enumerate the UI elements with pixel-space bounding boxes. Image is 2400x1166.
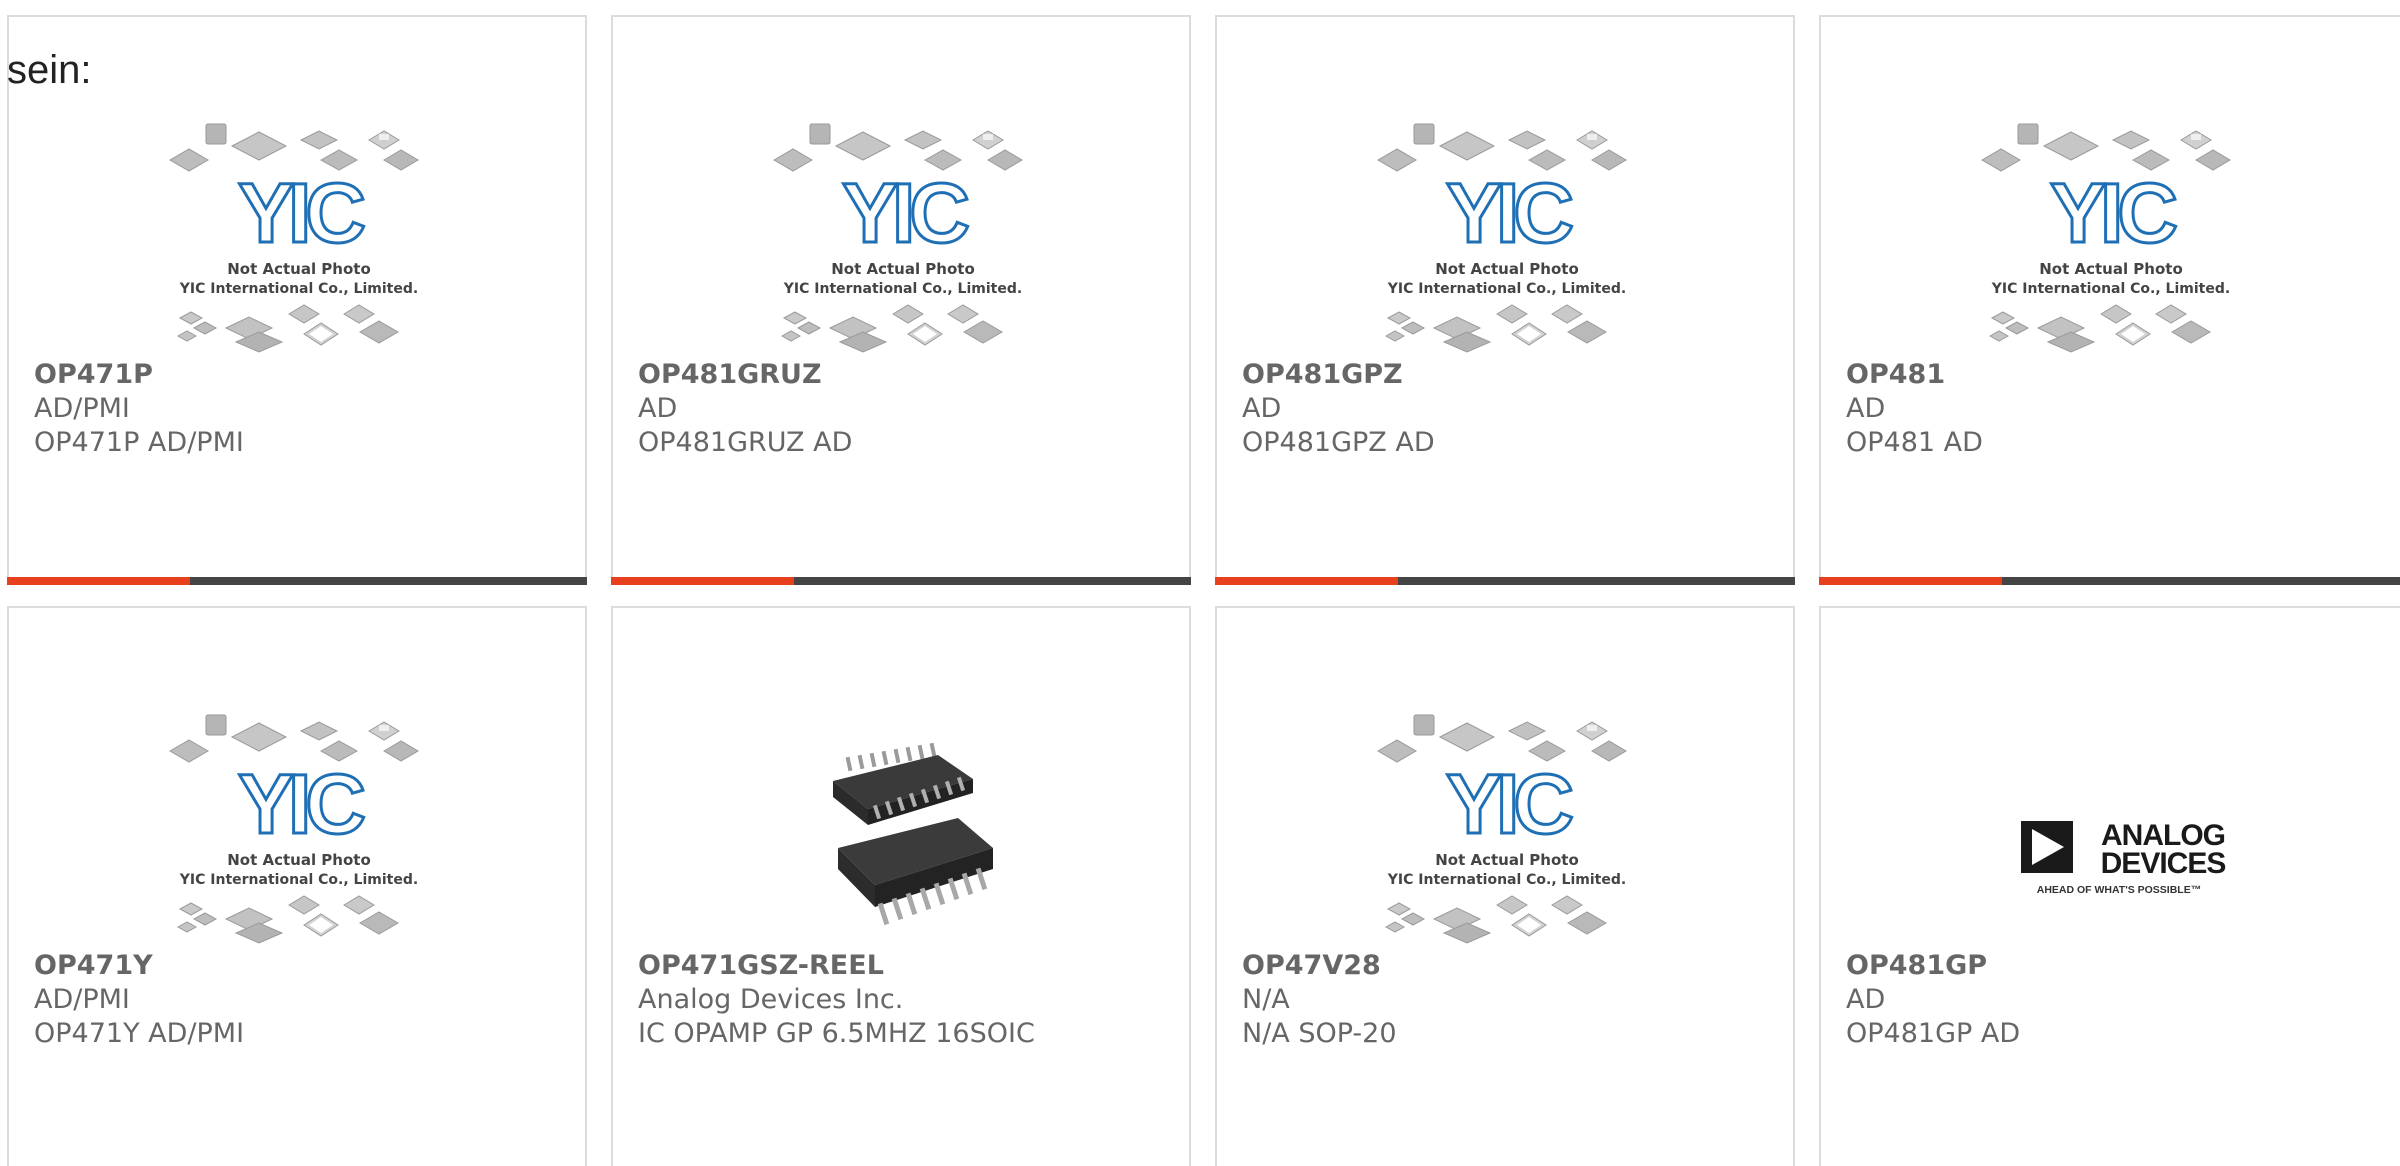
intro-text: sein: bbox=[7, 48, 92, 92]
caption-line1: Not Actual Photo bbox=[831, 260, 975, 278]
card-accent-bar bbox=[7, 577, 587, 585]
caption-line2: YIC International Co., Limited. bbox=[179, 281, 418, 297]
part-number-link[interactable]: OP481GPZ bbox=[1242, 358, 1783, 392]
manufacturer: Analog Devices Inc. bbox=[638, 984, 904, 1015]
caption-line2: YIC International Co., Limited. bbox=[1991, 281, 2230, 297]
not-actual-photo-image: YICNot Actual Photo YIC International Co.… bbox=[169, 123, 419, 353]
yic-logo: YIC bbox=[238, 166, 364, 260]
card-accent-bar bbox=[1215, 577, 1795, 585]
manufacturer: N/A bbox=[1242, 984, 1290, 1015]
product-card[interactable]: ANALOG DEVICES AHEAD OF WHAT'S POSSIBLE™… bbox=[1819, 606, 2400, 1166]
product-card[interactable]: YIC Not Actual Photo YIC International Co.… bbox=[1215, 606, 1795, 1166]
product-card[interactable]: YIC Not Actual Photo YIC International Co.… bbox=[7, 606, 587, 1166]
product-image-placeholder[interactable]: YIC Not Actual Photo YIC International Co.… bbox=[1367, 693, 1647, 953]
not-actual-photo-image: YICNot Actual Photo YIC International Co.… bbox=[169, 714, 419, 944]
caption-line2: YIC International Co., Limited. bbox=[179, 872, 418, 888]
caption-line2: YIC International Co., Limited. bbox=[1387, 281, 1626, 297]
manufacturer: AD bbox=[1846, 984, 1886, 1015]
soic-chip-image bbox=[833, 742, 993, 926]
product-image-chip[interactable] bbox=[763, 693, 1043, 953]
product-image-placeholder[interactable]: YIC Not Actual Photo YIC International Co.… bbox=[1367, 102, 1647, 362]
brand-tagline: AHEAD OF WHAT'S POSSIBLE™ bbox=[2037, 884, 2201, 896]
description: OP471Y AD/PMI bbox=[34, 1018, 245, 1049]
description: OP481GRUZ AD bbox=[638, 427, 853, 458]
yic-logo: YIC bbox=[238, 757, 364, 851]
product-image-brand[interactable]: ANALOG DEVICES AHEAD OF WHAT'S POSSIBLE™ bbox=[1971, 693, 2251, 953]
part-number-link[interactable]: OP471P bbox=[34, 358, 575, 392]
part-number-link[interactable]: OP481 bbox=[1846, 358, 2397, 392]
product-card[interactable]: YIC Not Actual Photo YIC International Co.… bbox=[7, 15, 587, 585]
caption-line1: Not Actual Photo bbox=[227, 260, 371, 278]
yic-logo: YIC bbox=[1446, 757, 1572, 851]
caption-line1: Not Actual Photo bbox=[227, 851, 371, 869]
yic-logo: YIC bbox=[842, 166, 968, 260]
product-card[interactable]: YIC Not Actual Photo YIC International Co.… bbox=[1215, 15, 1795, 585]
product-image-placeholder[interactable]: YIC Not Actual Photo YIC International Co.… bbox=[763, 102, 1043, 362]
not-actual-photo-image: YICNot Actual Photo YIC International Co.… bbox=[1981, 123, 2231, 353]
yic-logo: YIC bbox=[2050, 166, 2176, 260]
part-number-link[interactable]: OP47V28 bbox=[1242, 949, 1783, 983]
product-card[interactable]: YIC Not Actual Photo YIC International Co.… bbox=[1819, 15, 2400, 585]
product-image-placeholder[interactable]: YIC Not Actual Photo YIC International Co.… bbox=[159, 693, 439, 953]
card-accent-bar bbox=[1819, 577, 2400, 585]
product-image-placeholder[interactable]: YIC Not Actual Photo YIC International Co.… bbox=[1971, 102, 2251, 362]
description: OP481GPZ AD bbox=[1242, 427, 1435, 458]
part-number-link[interactable]: OP481GRUZ bbox=[638, 358, 1179, 392]
caption-line2: YIC International Co., Limited. bbox=[783, 281, 1022, 297]
caption-line1: Not Actual Photo bbox=[2039, 260, 2183, 278]
manufacturer: AD bbox=[1846, 393, 1886, 424]
description: OP481 AD bbox=[1846, 427, 1983, 458]
product-image-placeholder[interactable]: YIC Not Actual Photo YIC International Co.… bbox=[159, 102, 439, 362]
brand-line2: DEVICES bbox=[2101, 847, 2226, 880]
manufacturer: AD/PMI bbox=[34, 393, 130, 424]
not-actual-photo-image: YICNot Actual Photo YIC International Co.… bbox=[773, 123, 1023, 353]
not-actual-photo-image: YICNot Actual Photo YIC International Co.… bbox=[1377, 123, 1627, 353]
manufacturer: AD bbox=[638, 393, 678, 424]
part-number-link[interactable]: OP471Y bbox=[34, 949, 575, 983]
caption-line1: Not Actual Photo bbox=[1435, 260, 1579, 278]
product-card[interactable]: YIC Not Actual Photo YIC International Co.… bbox=[611, 15, 1191, 585]
description: OP481GP AD bbox=[1846, 1018, 2021, 1049]
description: N/A SOP-20 bbox=[1242, 1018, 1397, 1049]
description: OP471P AD/PMI bbox=[34, 427, 244, 458]
manufacturer: AD bbox=[1242, 393, 1282, 424]
not-actual-photo-image: YICNot Actual Photo YIC International Co.… bbox=[1377, 714, 1627, 944]
part-number-link[interactable]: OP481GP bbox=[1846, 949, 2397, 983]
product-card[interactable]: OP471GSZ-REEL Analog Devices Inc. IC OPA… bbox=[611, 606, 1191, 1166]
card-accent-bar bbox=[611, 577, 1191, 585]
yic-logo: YIC bbox=[1446, 166, 1572, 260]
caption-line1: Not Actual Photo bbox=[1435, 851, 1579, 869]
analog-devices-logo: ANALOG DEVICES AHEAD OF WHAT'S POSSIBLE™ bbox=[2021, 819, 2226, 896]
description: IC OPAMP GP 6.5MHZ 16SOIC bbox=[638, 1018, 1035, 1049]
part-number-link[interactable]: OP471GSZ-REEL bbox=[638, 949, 1179, 983]
caption-line2: YIC International Co., Limited. bbox=[1387, 872, 1626, 888]
manufacturer: AD/PMI bbox=[34, 984, 130, 1015]
